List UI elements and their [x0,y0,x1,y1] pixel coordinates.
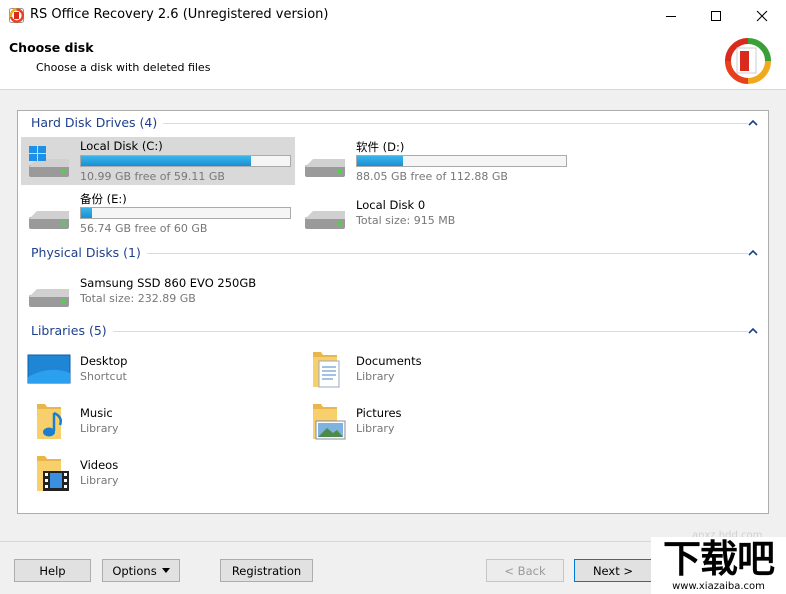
disk-item-d[interactable]: 软件 (D:) 88.05 GB free of 112.88 GB [297,137,571,185]
options-button[interactable]: Options [102,559,180,582]
maximize-button[interactable] [693,0,739,31]
chevron-up-icon[interactable] [748,119,758,127]
library-name: Videos [80,458,119,472]
minimize-button[interactable] [648,0,694,31]
disk-usage-bar [80,207,291,219]
library-type: Shortcut [80,370,127,383]
disk-name: Local Disk (C:) [80,139,163,153]
close-icon [756,10,768,21]
drive-icon [29,211,69,229]
group-title-hard-disk-drives: Hard Disk Drives (4) [31,115,164,130]
back-button[interactable]: < Back [486,559,564,582]
watermark-main-text: 下载吧 [662,537,775,581]
drive-icon [305,159,345,177]
disk-item-e[interactable]: 备份 (E:) 56.74 GB free of 60 GB [21,189,295,237]
group-title-physical-disks: Physical Disks (1) [31,245,147,260]
disk-name: Samsung SSD 860 EVO 250GB [80,276,257,290]
disk-usage-fill [81,208,93,218]
documents-folder-icon [313,352,340,388]
library-name: Documents [356,354,422,368]
wizard-header: Choose disk Choose a disk with deleted f… [0,31,786,90]
title-bar: RS Office Recovery 2.6 (Unregistered ver… [0,0,786,31]
maximize-icon [711,10,721,21]
library-item-videos[interactable]: Videos Library [21,449,295,497]
library-item-pictures[interactable]: Pictures Library [297,397,571,445]
options-label: Options [112,563,157,578]
disk-free-space: 88.05 GB free of 112.88 GB [356,170,508,183]
registration-button[interactable]: Registration [220,559,313,582]
caret-down-icon [161,568,170,573]
help-button[interactable]: Help [14,559,91,582]
disk-usage-fill [357,156,403,166]
disk-name: Local Disk 0 [356,198,426,212]
music-folder-icon [37,404,62,439]
chevron-up-icon[interactable] [748,327,758,335]
disk-item-samsung-ssd[interactable]: Samsung SSD 860 EVO 250GB Total size: 23… [21,267,295,315]
window-title: RS Office Recovery 2.6 (Unregistered ver… [30,7,329,22]
minimize-icon [666,15,676,17]
app-icon [9,8,24,23]
disk-list-panel[interactable]: Hard Disk Drives (4) Local Disk (C:) 10.… [17,110,769,514]
watermark-url: www.xiazaiba.com [672,581,765,592]
disk-usage-bar [80,155,291,167]
windows-drive-icon [29,146,69,177]
library-type: Library [80,422,119,435]
app-logo-icon [725,38,771,84]
library-item-documents[interactable]: Documents Library [297,345,571,393]
page-title: Choose disk [9,40,94,55]
disk-free-space: 10.99 GB free of 59.11 GB [80,170,225,183]
disk-item-local-disk-0[interactable]: Local Disk 0 Total size: 915 MB [297,189,571,237]
group-divider [32,331,748,332]
disk-total-size: Total size: 915 MB [356,214,456,227]
library-name: Music [80,406,113,420]
disk-usage-bar [356,155,567,167]
close-button[interactable] [739,0,785,31]
disk-name: 软件 (D:) [356,140,405,154]
library-type: Library [356,422,395,435]
disk-name: 备份 (E:) [80,192,127,206]
drive-icon [305,211,345,229]
chevron-up-icon[interactable] [748,249,758,257]
watermark-logo: 下载吧 www.xiazaiba.com [651,537,786,594]
disk-usage-fill [81,156,252,166]
next-button[interactable]: Next > [574,559,652,582]
disk-item-local-disk-c[interactable]: Local Disk (C:) 10.99 GB free of 59.11 G… [21,137,295,185]
group-title-libraries: Libraries (5) [31,323,113,338]
library-name: Desktop [80,354,128,368]
library-item-music[interactable]: Music Library [21,397,295,445]
desktop-icon [27,354,71,384]
disk-total-size: Total size: 232.89 GB [80,292,196,305]
pictures-folder-icon [313,404,346,440]
disk-free-space: 56.74 GB free of 60 GB [80,222,208,235]
library-item-desktop[interactable]: Desktop Shortcut [21,345,295,393]
page-subtitle: Choose a disk with deleted files [36,61,211,74]
drive-icon [29,289,69,307]
library-type: Library [356,370,395,383]
library-name: Pictures [356,406,402,420]
videos-folder-icon [37,456,69,491]
library-type: Library [80,474,119,487]
